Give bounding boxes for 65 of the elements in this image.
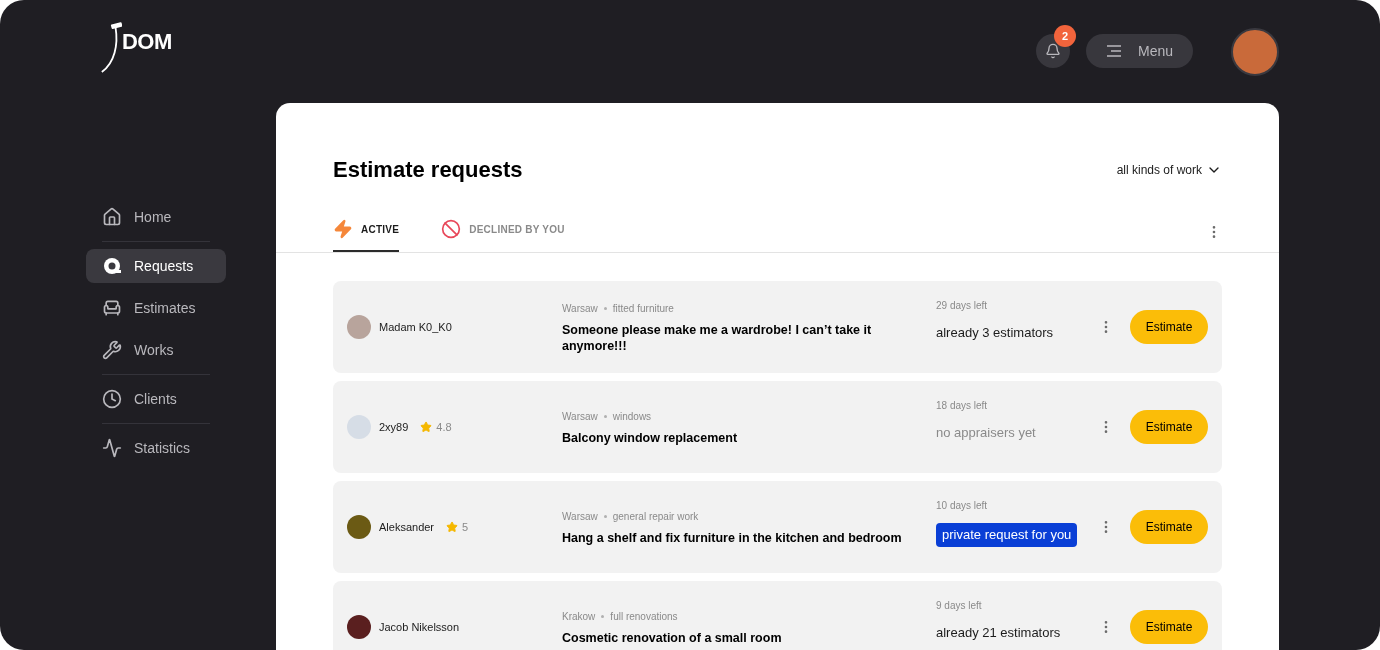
estimate-button[interactable]: Estimate (1130, 410, 1208, 444)
estimate-button[interactable]: Estimate (1130, 310, 1208, 344)
chair-icon (102, 298, 122, 318)
clock-icon (102, 389, 122, 409)
work-type-dropdown[interactable]: all kinds of work (1116, 160, 1222, 179)
request-card[interactable]: Madam K0_K0 Warsaw fitted furniture Someone please make me a wardrobe! I can’t take it anymore!!! 29 days left already 3 estimators Estimate (333, 281, 1222, 373)
author-name: Aleksander (379, 519, 435, 535)
star-icon (420, 421, 433, 433)
author-name: Jacob Nikelsson (379, 619, 460, 635)
user-avatar[interactable] (1231, 28, 1279, 76)
pulse-icon (102, 438, 122, 458)
sidebar-item[interactable]: Home (86, 200, 226, 234)
sidebar-item[interactable]: Works (86, 333, 226, 367)
request-title: Someone please make me a wardrobe! I can’t take it anymore!!! (562, 321, 873, 354)
lightning-icon (333, 219, 353, 239)
days-left: 9 days left (936, 599, 983, 613)
sidebar-item[interactable]: Clients (86, 382, 226, 416)
request-category: windows (612, 409, 652, 424)
wrench-icon (102, 340, 122, 360)
author-rating: 4.8 (436, 419, 452, 435)
request-city: Warsaw (562, 409, 598, 424)
author-name: Madam K0_K0 (379, 319, 452, 335)
page-title: Estimate requests (333, 156, 523, 184)
house-icon (102, 207, 122, 227)
bell-icon (1044, 43, 1061, 59)
star-icon (446, 521, 459, 533)
author-avatar (347, 315, 371, 339)
requests-icon (102, 256, 122, 276)
logo[interactable]: DOM (100, 20, 172, 78)
author-name: 2xy89 (379, 419, 409, 435)
request-category: full renovations (610, 609, 678, 624)
menu-icon (1105, 45, 1122, 57)
estimators-count: no appraisers yet (936, 424, 1037, 442)
filter-tab[interactable]: ACTIVE (333, 212, 400, 252)
sidebar-item[interactable]: Statistics (86, 431, 226, 465)
sidebar-item[interactable]: Estimates (86, 291, 226, 325)
estimate-button[interactable]: Estimate (1130, 510, 1208, 544)
request-title: Hang a shelf and fix furniture in the kitchen and bedroom (562, 529, 903, 546)
menu-button[interactable]: Menu (1085, 34, 1193, 68)
request-city: Warsaw (562, 301, 598, 316)
logo-text: DOM (122, 28, 172, 56)
request-card[interactable]: 2xy89 4.8 Warsaw windows Balcony window replacement 18 days left no appraisers yet Estimate (333, 381, 1222, 473)
author-avatar (347, 515, 371, 539)
author-avatar (347, 615, 371, 639)
days-left: 10 days left (936, 499, 989, 513)
prohibited-icon (441, 219, 462, 239)
request-city: Warsaw (562, 509, 598, 524)
notification-badge: 2 (1053, 25, 1076, 47)
request-title: Balcony window replacement (562, 429, 739, 446)
author-avatar (347, 415, 371, 439)
notifications-button[interactable] (1035, 34, 1070, 68)
request-city: Krakow (562, 609, 596, 624)
request-card[interactable]: Jacob Nikelsson Krakow full renovations Cosmetic renovation of a small room 9 days left already 21 estimators Estimate (333, 581, 1222, 650)
days-left: 18 days left (936, 399, 989, 413)
request-category: general repair work (612, 509, 699, 524)
request-title: Cosmetic renovation of a small room (562, 629, 783, 646)
sidebar-item[interactable]: Requests (86, 249, 226, 283)
estimators-count: already 21 estimators (936, 624, 1062, 642)
estimators-count: already 3 estimators (936, 324, 1055, 342)
author-rating: 5 (462, 519, 469, 535)
request-category: fitted furniture (612, 301, 674, 316)
request-card[interactable]: Aleksander 5 Warsaw general repair work Hang a shelf and fix furniture in the kitchen and bedroom 10 days left private request for you Estimate (333, 481, 1222, 573)
days-left: 29 days left (936, 299, 989, 313)
private-badge: private request for you (936, 523, 1078, 547)
estimate-button[interactable]: Estimate (1130, 610, 1208, 644)
